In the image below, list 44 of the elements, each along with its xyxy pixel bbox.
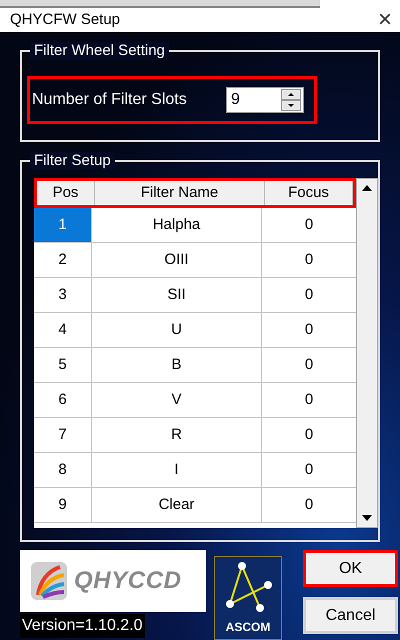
focus-cell[interactable]: 0 — [262, 208, 356, 242]
filter-name-cell[interactable]: SII — [92, 278, 262, 312]
vertical-scrollbar[interactable] — [356, 178, 378, 528]
filter-name-cell[interactable]: Halpha — [92, 208, 262, 242]
column-header[interactable]: Filter Name — [95, 181, 265, 205]
focus-cell[interactable]: 0 — [262, 418, 356, 452]
slots-spin-field[interactable]: 9 — [226, 87, 304, 113]
focus-cell[interactable]: 0 — [262, 278, 356, 312]
position-cell[interactable]: 3 — [34, 278, 92, 312]
position-cell[interactable]: 8 — [34, 453, 92, 487]
position-cell[interactable]: 2 — [34, 243, 92, 277]
group-legend: Filter Wheel Setting — [30, 42, 169, 60]
spin-arrows-icon[interactable] — [281, 89, 301, 111]
filter-name-cell[interactable]: I — [92, 453, 262, 487]
focus-cell[interactable]: 0 — [262, 453, 356, 487]
version-label: Version=1.10.2.0 — [20, 614, 145, 638]
window-title: QHYCFW Setup — [10, 10, 120, 30]
focus-cell[interactable]: 0 — [262, 313, 356, 347]
focus-cell[interactable]: 0 — [262, 383, 356, 417]
group-legend: Filter Setup — [30, 152, 115, 170]
focus-cell[interactable]: 0 — [262, 348, 356, 382]
position-cell[interactable]: 9 — [34, 488, 92, 522]
focus-cell[interactable]: 0 — [262, 488, 356, 522]
position-cell[interactable]: 5 — [34, 348, 92, 382]
slots-label: Number of Filter Slots — [32, 90, 187, 110]
position-cell[interactable]: 4 — [34, 313, 92, 347]
filter-name-cell[interactable]: B — [92, 348, 262, 382]
dialog-button[interactable]: Cancel — [303, 597, 398, 634]
focus-cell[interactable]: 0 — [262, 243, 356, 277]
filter-name-cell[interactable]: U — [92, 313, 262, 347]
ascom-label: ASCOM — [226, 619, 270, 636]
position-cell[interactable]: 1 — [34, 208, 92, 242]
filter-name-cell[interactable]: Clear — [92, 488, 262, 522]
fan-logo-icon — [30, 561, 68, 601]
close-button[interactable]: × — [374, 8, 396, 32]
filter-name-cell[interactable]: V — [92, 383, 262, 417]
column-header[interactable]: Focus — [265, 181, 353, 205]
position-cell[interactable]: 6 — [34, 383, 92, 417]
column-header[interactable]: Pos — [37, 181, 95, 205]
filter-name-cell[interactable]: R — [92, 418, 262, 452]
logo-text: QHYCCD — [74, 566, 182, 596]
position-cell[interactable]: 7 — [34, 418, 92, 452]
dialog-button[interactable]: OK — [303, 550, 398, 587]
filter-name-cell[interactable]: OIII — [92, 243, 262, 277]
